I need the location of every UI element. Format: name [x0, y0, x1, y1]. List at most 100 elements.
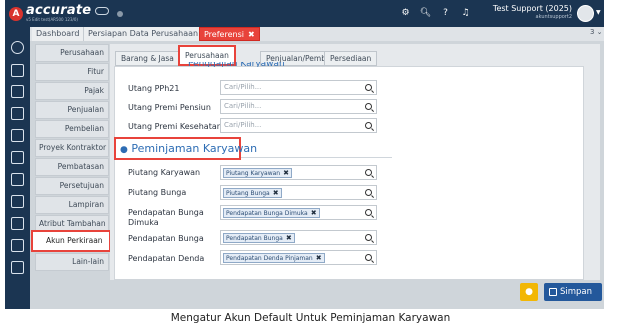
settings-gear-icon[interactable]: ⚙ [400, 8, 411, 19]
nav-item-lain-lain[interactable]: Lain-lain [35, 253, 109, 271]
pendapatan-bunga-field[interactable]: Pendapatan Bunga ✖ [220, 230, 377, 245]
label-pendapatan-bunga-dimuka-line2: Dimuka [128, 218, 159, 227]
chip-label: Pendapatan Bunga [226, 235, 283, 242]
nav-item-proyek-kontraktor[interactable]: Proyek Kontraktor [35, 139, 109, 157]
label-utang-premi-pensiun: Utang Premi Pensiun [128, 103, 211, 112]
help-icon[interactable]: ? [440, 8, 451, 19]
utang-premi-kesehatan-field[interactable]: Cari/Pilih... [220, 118, 377, 133]
piutang-karyawan-field[interactable]: Piutang Karyawan ✖ [220, 165, 377, 180]
brand: accurate v5 Edit test(AR500 123/0) [26, 4, 91, 23]
search-icon[interactable] [365, 189, 372, 196]
nav-item-perusahaan[interactable]: Perusahaan [35, 44, 109, 62]
pendapatan-bunga-dimuka-field[interactable]: Pendapatan Bunga Dimuka ✖ [220, 205, 377, 220]
piutang-bunga-field[interactable]: Piutang Bunga ✖ [220, 185, 377, 200]
selected-account-chip: Piutang Bunga ✖ [223, 188, 282, 198]
tab-dashboard[interactable]: Dashboard [32, 27, 85, 41]
chip-label: Pendapatan Denda Pinjaman [226, 255, 313, 262]
module-icon-bar [5, 27, 30, 309]
search-icon[interactable] [365, 169, 372, 176]
nav-item-persetujuan[interactable]: Persetujuan [35, 177, 109, 195]
nav-item-akun-perkiraan[interactable]: Akun Perkiraan [31, 230, 111, 252]
label-piutang-bunga: Piutang Bunga [128, 188, 187, 197]
tab-barang-jasa[interactable]: Barang & Jasa [115, 51, 180, 66]
chip-label: Piutang Karyawan [226, 170, 281, 177]
section-title-text: Peminjaman Karyawan [131, 142, 258, 155]
brand-subtitle: v5 Edit test(AR500 123/0) [26, 17, 78, 22]
search-icon[interactable] [365, 234, 372, 241]
label-piutang-karyawan: Piutang Karyawan [128, 168, 201, 177]
brand-name: accurate [26, 3, 92, 18]
pendapatan-denda-field[interactable]: Pendapatan Denda Pinjaman ✖ [220, 250, 377, 265]
chip-label: Piutang Bunga [226, 190, 270, 197]
report-icon[interactable] [11, 239, 24, 252]
inventory-icon[interactable] [11, 195, 24, 208]
search-icon[interactable] [365, 122, 372, 129]
cart-icon[interactable] [11, 151, 24, 164]
label-utang-pph21: Utang PPh21 [128, 84, 180, 93]
remove-chip-icon[interactable]: ✖ [273, 189, 279, 197]
money-icon[interactable] [11, 129, 24, 142]
avatar[interactable] [577, 5, 594, 22]
tab-persiapan-data[interactable]: Persiapan Data Perusahaan [84, 27, 204, 41]
selected-account-chip: Pendapatan Denda Pinjaman ✖ [223, 253, 325, 263]
utang-premi-pensiun-field[interactable]: Cari/Pilih... [220, 99, 377, 114]
sales-icon[interactable] [11, 173, 24, 186]
search-icon[interactable] [365, 254, 372, 261]
caption: Mengatur Akun Default Untuk Peminjaman K… [170, 312, 451, 324]
nav-item-lampiran[interactable]: Lampiran [35, 196, 109, 214]
section-title-penggajian: Penggajian Karyawan [188, 62, 285, 67]
nav-item-pembatasan[interactable]: Pembatasan [35, 158, 109, 176]
search-icon[interactable] [365, 103, 372, 110]
cloud-icon [95, 6, 110, 15]
user-name: Test Support (2025) [492, 4, 572, 13]
search-icon[interactable] [365, 84, 372, 91]
notification-bell-icon[interactable]: ♫ [460, 8, 471, 19]
chevron-down-icon[interactable]: ▼ [596, 9, 601, 16]
settings-icon[interactable] [11, 41, 24, 54]
close-icon[interactable]: ✖ [248, 28, 255, 42]
employee-icon[interactable] [11, 217, 24, 230]
field-placeholder: Cari/Pilih... [224, 83, 262, 91]
section-title-peminjaman: ● Peminjaman Karyawan [120, 142, 257, 155]
tab-persediaan[interactable]: Persediaan [324, 51, 378, 66]
tab-preferensi-label: Preferensi [204, 30, 244, 39]
remove-chip-icon[interactable]: ✖ [283, 169, 289, 177]
label-utang-premi-kesehatan: Utang Premi Kesehatan [128, 122, 222, 131]
save-button[interactable]: Simpan [544, 283, 602, 301]
selected-account-chip: Pendapatan Bunga Dimuka ✖ [223, 208, 320, 218]
document-icon[interactable] [11, 85, 24, 98]
label-pendapatan-bunga: Pendapatan Bunga [128, 234, 204, 243]
utang-pph21-field[interactable]: Cari/Pilih... [220, 80, 377, 95]
lightbulb-icon[interactable]: ● [520, 283, 538, 301]
app-window: A accurate v5 Edit test(AR500 123/0) ⚙ 🔍… [0, 0, 621, 333]
topbar-icons: ⚙ 🔍︎ ? ♫ [400, 8, 471, 19]
nav-item-pembelian[interactable]: Pembelian [35, 120, 109, 138]
bank-icon[interactable] [11, 107, 24, 120]
employee-icon: ● [120, 145, 128, 155]
selected-account-chip: Pendapatan Bunga ✖ [223, 233, 295, 243]
selected-account-chip: Piutang Karyawan ✖ [223, 168, 292, 178]
home-dot-icon[interactable] [117, 10, 124, 17]
user-subtitle: akuntsupport2 [535, 14, 572, 20]
remove-chip-icon[interactable]: ✖ [316, 254, 322, 262]
chart-icon[interactable] [11, 261, 24, 274]
search-icon[interactable] [365, 209, 372, 216]
tab-overflow-menu[interactable]: 3 ⌄ [590, 28, 603, 36]
field-placeholder: Cari/Pilih... [224, 121, 262, 129]
label-pendapatan-denda: Pendapatan Denda [128, 254, 205, 263]
field-placeholder: Cari/Pilih... [224, 102, 262, 110]
save-icon [549, 288, 557, 296]
tab-preferensi[interactable]: Preferensi ✖ [199, 27, 260, 41]
remove-chip-icon[interactable]: ✖ [311, 209, 317, 217]
save-button-label: Simpan [560, 287, 593, 297]
remove-chip-icon[interactable]: ✖ [286, 234, 292, 242]
nav-item-penjualan[interactable]: Penjualan [35, 101, 109, 119]
label-pendapatan-bunga-dimuka: Pendapatan Bunga [128, 208, 204, 217]
user-info[interactable]: Test Support (2025) akuntsupport2 [480, 4, 572, 21]
nav-item-fitur[interactable]: Fitur [35, 63, 109, 81]
accurate-logo-icon: A [9, 6, 23, 21]
bottom-toolbar [30, 280, 604, 309]
search-icon[interactable]: 🔍︎ [420, 8, 431, 19]
nav-item-pajak[interactable]: Pajak [35, 82, 109, 100]
building-icon[interactable] [11, 64, 24, 77]
